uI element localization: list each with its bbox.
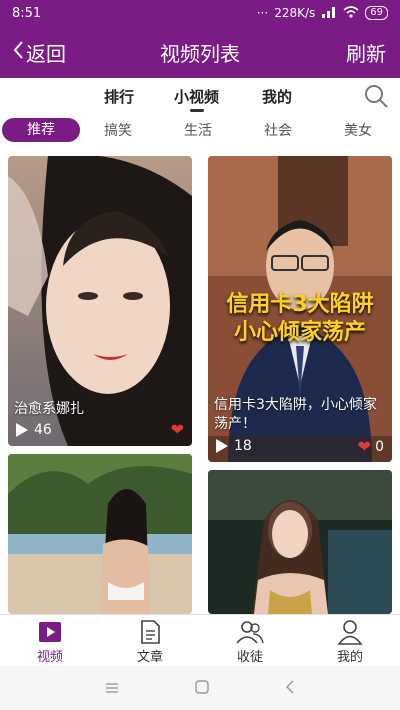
back-icon[interactable]: [285, 679, 295, 698]
play-icon: [16, 423, 28, 437]
category-beauty[interactable]: 美女: [344, 120, 372, 140]
category-funny[interactable]: 搞笑: [104, 120, 132, 140]
tab-indicator: [190, 109, 204, 112]
nav-label: 我的: [336, 650, 363, 665]
video-thumbnail: [208, 470, 392, 614]
play-count: 18: [216, 438, 252, 454]
category-society[interactable]: 社会: [264, 120, 292, 140]
overlay-title-line-2: 小心倾家荡产: [233, 320, 366, 345]
video-caption: 信用卡3大陷阱，小心倾家荡产！: [214, 397, 377, 432]
nav-video[interactable]: 视频: [20, 619, 80, 665]
video-card[interactable]: 治愈系娜扎 46 ❤: [8, 156, 192, 446]
battery-icon: 69: [365, 6, 388, 20]
top-tabs: 排行 小视频 我的: [0, 78, 400, 116]
refresh-button[interactable]: 刷新: [346, 38, 386, 67]
back-chevron-icon: [12, 40, 24, 65]
article-icon: [141, 620, 160, 644]
nav-article[interactable]: 文章: [120, 619, 180, 665]
app-bar: 返回 视频列表 刷新: [0, 26, 400, 78]
video-thumbnail: [8, 454, 192, 614]
search-button[interactable]: [362, 82, 390, 110]
nav-label: 视频: [36, 650, 63, 665]
play-icon: [216, 439, 228, 453]
status-time: 8:51: [12, 5, 42, 21]
heart-icon: ❤: [357, 437, 372, 456]
wifi-icon: [343, 5, 359, 21]
tab-short-video[interactable]: 小视频: [174, 86, 219, 107]
play-count: 46: [16, 422, 52, 438]
video-card[interactable]: 信用卡3大陷阱 小心倾家荡产 信用卡3大陷阱，小心倾家荡产！ 18 ❤ 0: [208, 156, 392, 462]
status-bar: 8:51 ··· 228K/s 69: [0, 0, 400, 26]
nav-disciples[interactable]: 收徒: [220, 619, 280, 665]
home-icon[interactable]: [195, 679, 209, 698]
like-count[interactable]: ❤: [171, 420, 184, 439]
status-dots: ···: [256, 6, 269, 20]
category-life[interactable]: 生活: [184, 120, 212, 140]
play-count-value: 18: [234, 438, 252, 454]
signal-icon: [321, 6, 337, 21]
category-tabs: 推荐 搞笑 生活 社会 美女: [0, 118, 400, 144]
back-label: 返回: [26, 42, 66, 66]
network-speed: 228K/s: [274, 6, 316, 20]
bottom-nav: 视频 文章 收徒 我的: [0, 614, 400, 666]
menu-icon[interactable]: [105, 679, 119, 698]
video-card[interactable]: [208, 470, 392, 614]
user-icon: [337, 620, 363, 645]
video-card[interactable]: [8, 454, 192, 614]
nav-label: 文章: [136, 650, 163, 665]
play-count-value: 46: [34, 422, 52, 438]
tab-ranking[interactable]: 排行: [104, 86, 134, 107]
users-icon: [236, 621, 264, 644]
system-nav-bar: [0, 666, 400, 710]
status-indicators: ··· 228K/s 69: [256, 5, 388, 21]
nav-label: 收徒: [236, 650, 263, 665]
heart-icon: ❤: [170, 420, 184, 439]
back-button[interactable]: 返回: [12, 38, 66, 67]
like-count-value: 0: [375, 438, 384, 455]
category-recommend[interactable]: 推荐: [2, 118, 80, 142]
video-icon: [39, 622, 61, 642]
tab-mine[interactable]: 我的: [262, 86, 292, 107]
nav-mine[interactable]: 我的: [320, 619, 380, 665]
like-count[interactable]: ❤ 0: [358, 437, 384, 456]
video-caption: 治愈系娜扎: [14, 401, 84, 417]
search-icon: [365, 85, 388, 108]
